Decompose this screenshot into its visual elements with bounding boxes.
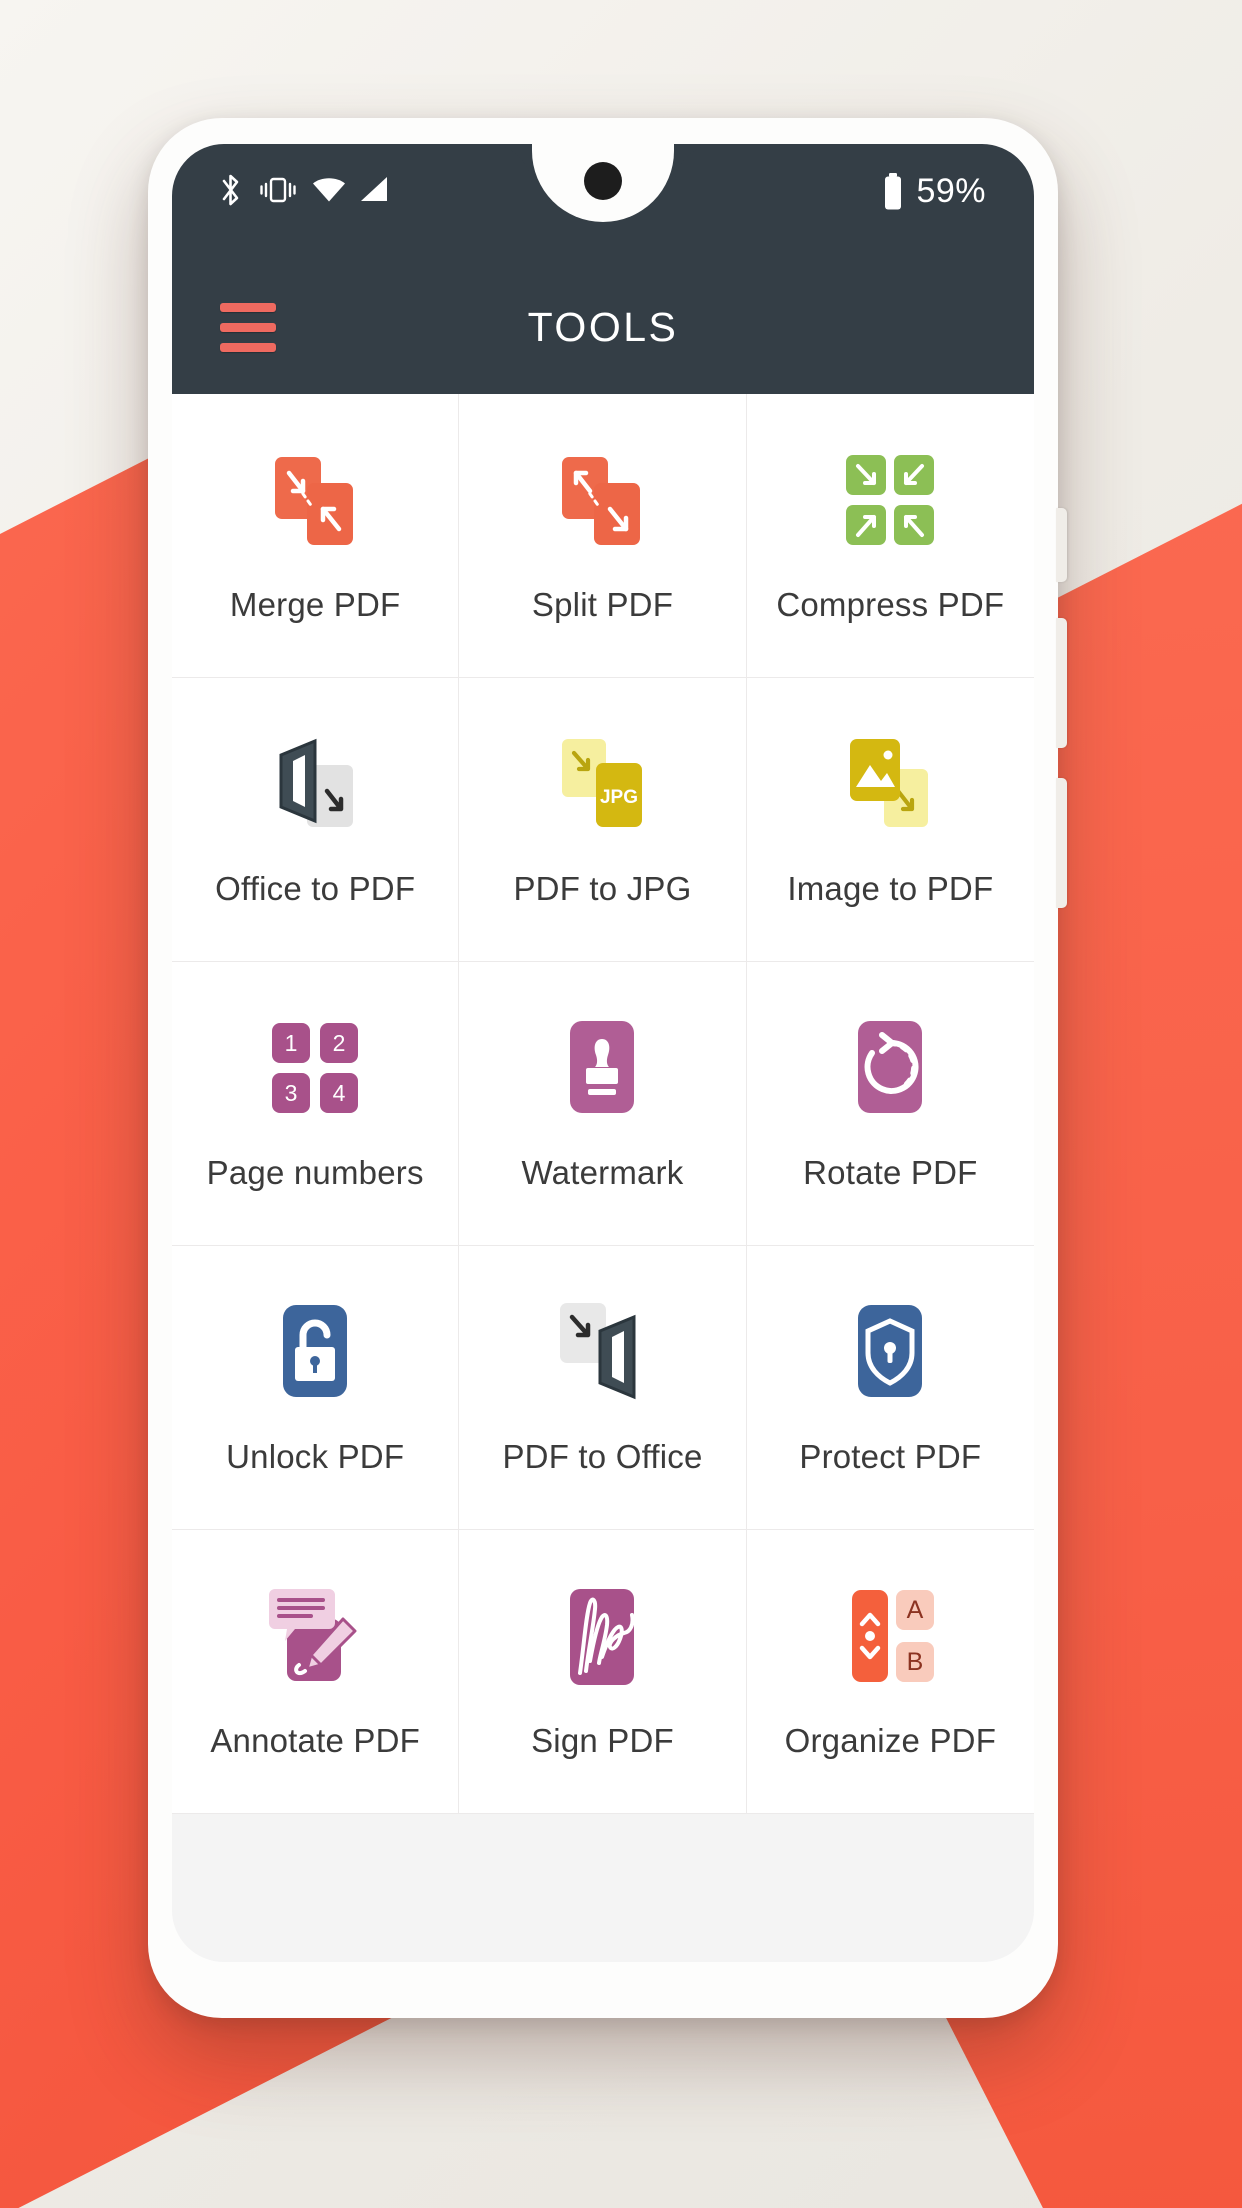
sign-signature-icon (542, 1578, 662, 1696)
tool-cell-pdf-to-jpg[interactable]: JPG PDF to JPG (459, 678, 747, 962)
phone-screen: 59% TOOLS Merge PDF Split PDF Compress P… (172, 144, 1034, 1962)
tool-cell-image-to-pdf[interactable]: Image to PDF (746, 678, 1034, 962)
tool-cell-annotate-pdf[interactable]: Annotate PDF (172, 1530, 460, 1814)
tools-grid: Merge PDF Split PDF Compress PDF Office … (172, 394, 1034, 1814)
app-bar: TOOLS (172, 260, 1034, 394)
front-camera-icon (584, 162, 622, 200)
status-bar-right-group: 59% (882, 172, 1034, 211)
camera-notch (488, 144, 718, 222)
svg-text:3: 3 (285, 1080, 298, 1106)
tool-label: Watermark (521, 1154, 684, 1191)
annotate-pencil-icon (255, 1578, 375, 1696)
tool-label: Page numbers (206, 1154, 424, 1191)
tool-label: Office to PDF (215, 870, 416, 907)
tool-label: Annotate PDF (210, 1722, 420, 1759)
tool-cell-office-to-pdf[interactable]: Office to PDF (172, 678, 460, 962)
tool-cell-watermark[interactable]: Watermark (459, 962, 747, 1246)
hamburger-bar-2 (220, 322, 276, 332)
battery-percent-label: 59% (916, 172, 986, 210)
jpg-badge-text: JPG (600, 787, 638, 808)
notch-right-ear (674, 144, 718, 188)
tool-cell-unlock-pdf[interactable]: Unlock PDF (172, 1246, 460, 1530)
rotate-pdf-icon (830, 1010, 950, 1128)
battery-icon (885, 172, 902, 209)
wifi-icon (313, 178, 345, 202)
tool-cell-merge-pdf[interactable]: Merge PDF (172, 394, 460, 678)
office-to-pdf-icon (255, 726, 375, 844)
tool-label: Compress PDF (776, 586, 1005, 623)
tool-label: Unlock PDF (226, 1438, 405, 1475)
compress-pdf-icon (830, 442, 950, 560)
tool-label: Protect PDF (799, 1438, 982, 1475)
svg-text:4: 4 (333, 1080, 346, 1106)
tool-label: Sign PDF (531, 1722, 674, 1759)
svg-text:1: 1 (285, 1030, 298, 1056)
unlock-padlock-icon (255, 1294, 375, 1412)
image-to-pdf-icon (830, 726, 950, 844)
tool-label: Image to PDF (787, 870, 994, 907)
bluetooth-icon (222, 174, 239, 206)
status-bar: 59% (172, 144, 1034, 260)
hamburger-bar-3 (220, 342, 276, 352)
status-bar-left-icons (172, 172, 390, 208)
organize-pdf-icon: A B (830, 1578, 950, 1696)
page-title: TOOLS (527, 303, 679, 350)
cellular-signal-icon (361, 177, 387, 201)
phone-side-button-volume-down[interactable] (1056, 778, 1067, 908)
tool-cell-compress-pdf[interactable]: Compress PDF (746, 394, 1034, 678)
tool-label: Merge PDF (229, 586, 401, 623)
merge-pdf-icon (255, 442, 375, 560)
split-pdf-icon (542, 442, 662, 560)
svg-text:A: A (907, 1596, 924, 1624)
tool-label: Rotate PDF (803, 1154, 978, 1191)
watermark-stamp-icon (542, 1010, 662, 1128)
phone-side-button-power[interactable] (1056, 508, 1067, 582)
tool-label: PDF to JPG (513, 870, 692, 907)
screen-bottom-filler (172, 1814, 1034, 1962)
tool-cell-split-pdf[interactable]: Split PDF (459, 394, 747, 678)
tool-cell-organize-pdf[interactable]: A B Organize PDF (746, 1530, 1034, 1814)
tool-label: PDF to Office (502, 1438, 703, 1475)
tool-cell-sign-pdf[interactable]: Sign PDF (459, 1530, 747, 1814)
tool-cell-protect-pdf[interactable]: Protect PDF (746, 1246, 1034, 1530)
notch-left-ear (488, 144, 532, 188)
pdf-to-jpg-icon: JPG (542, 726, 662, 844)
protect-shield-icon (830, 1294, 950, 1412)
hamburger-menu-icon[interactable] (220, 302, 276, 352)
svg-text:2: 2 (333, 1030, 346, 1056)
pdf-to-office-icon (542, 1294, 662, 1412)
hamburger-bar-1 (220, 302, 276, 312)
tool-cell-page-numbers[interactable]: 1 2 3 4 Page numbers (172, 962, 460, 1246)
tool-cell-rotate-pdf[interactable]: Rotate PDF (746, 962, 1034, 1246)
phone-device-frame: 59% TOOLS Merge PDF Split PDF Compress P… (148, 118, 1067, 2018)
tool-cell-pdf-to-office[interactable]: PDF to Office (459, 1246, 747, 1530)
page-numbers-icon: 1 2 3 4 (255, 1010, 375, 1128)
phone-side-button-volume-up[interactable] (1056, 618, 1067, 748)
svg-text:B: B (907, 1648, 924, 1676)
tool-label: Organize PDF (784, 1722, 997, 1759)
vibrate-icon (260, 177, 296, 203)
tool-label: Split PDF (531, 586, 674, 623)
